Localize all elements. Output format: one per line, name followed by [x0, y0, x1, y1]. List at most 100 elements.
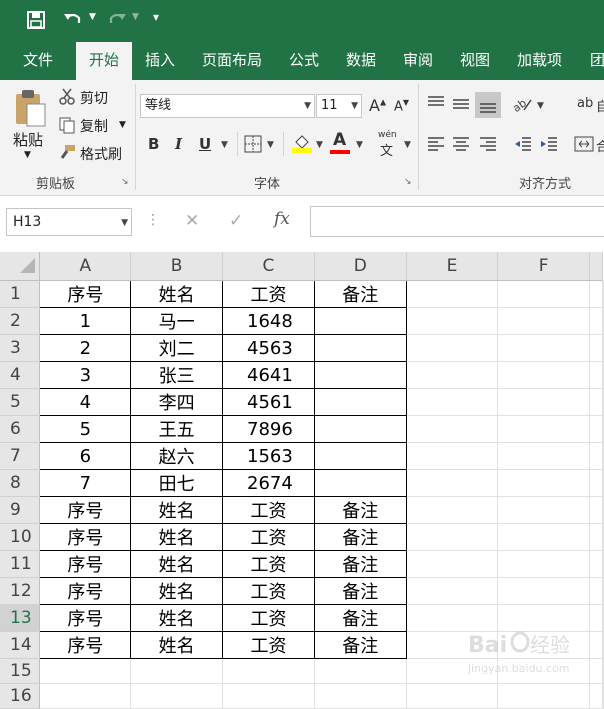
- cell-f12[interactable]: [497, 577, 590, 605]
- column-header-g[interactable]: [589, 252, 603, 281]
- cell-g9[interactable]: [589, 496, 603, 524]
- cell-g12[interactable]: [589, 577, 603, 605]
- cell-f10[interactable]: [497, 523, 590, 551]
- redo-icon[interactable]: [106, 9, 128, 35]
- cell-a9[interactable]: 序号: [39, 496, 132, 524]
- cell-overflow[interactable]: [602, 307, 604, 335]
- cell-a3[interactable]: 2: [39, 334, 132, 362]
- borders-dropdown-icon[interactable]: ▼: [267, 140, 274, 150]
- cell-overflow[interactable]: [602, 683, 604, 709]
- row-header-4[interactable]: 4: [0, 361, 41, 389]
- cell-d7[interactable]: [313, 442, 407, 470]
- italic-button[interactable]: I: [175, 135, 182, 153]
- cell-overflow[interactable]: [602, 550, 604, 578]
- increase-indent-icon[interactable]: [539, 134, 559, 154]
- cell-e4[interactable]: [406, 361, 499, 389]
- cell-c16[interactable]: [222, 683, 315, 709]
- align-left-icon[interactable]: [426, 134, 446, 154]
- cell-c1[interactable]: 工资: [222, 280, 315, 308]
- decrease-indent-icon[interactable]: [513, 134, 533, 154]
- wrap-text-button[interactable]: ab: [577, 96, 593, 111]
- cell-overflow[interactable]: [602, 523, 604, 551]
- row-header-6[interactable]: 6: [0, 415, 41, 443]
- align-bottom-icon[interactable]: [475, 92, 501, 118]
- paste-button[interactable]: 粘贴: [13, 129, 43, 150]
- underline-dropdown-icon[interactable]: ▼: [221, 140, 228, 150]
- cell-a14[interactable]: 序号: [39, 631, 132, 659]
- cell-d5[interactable]: [313, 388, 407, 416]
- cell-b11[interactable]: 姓名: [130, 550, 224, 578]
- cell-c5[interactable]: 4561: [222, 388, 315, 416]
- row-header-14[interactable]: 14: [0, 631, 41, 659]
- cell-a4[interactable]: 3: [39, 361, 132, 389]
- column-header-a[interactable]: A: [39, 252, 132, 281]
- cell-f8[interactable]: [497, 469, 590, 497]
- merge-center-icon[interactable]: [574, 134, 594, 154]
- cell-overflow[interactable]: [602, 469, 604, 497]
- font-name-combo[interactable]: 等线 ▼: [140, 94, 315, 118]
- cell-g2[interactable]: [589, 307, 603, 335]
- cell-e11[interactable]: [406, 550, 499, 578]
- cell-c13[interactable]: 工资: [222, 604, 315, 632]
- cell-f16[interactable]: [497, 683, 590, 709]
- cell-c12[interactable]: 工资: [222, 577, 315, 605]
- cell-a1[interactable]: 序号: [39, 280, 132, 308]
- customize-qat-icon[interactable]: ▾: [153, 10, 159, 24]
- copy-button[interactable]: 复制: [80, 116, 108, 136]
- cell-c7[interactable]: 1563: [222, 442, 315, 470]
- tab-team[interactable]: 团: [590, 42, 604, 80]
- copy-dropdown-icon[interactable]: ▼: [119, 120, 126, 130]
- row-header-10[interactable]: 10: [0, 523, 41, 551]
- align-center-icon[interactable]: [451, 134, 471, 154]
- cell-d14[interactable]: 备注: [313, 631, 407, 659]
- cell-b9[interactable]: 姓名: [130, 496, 224, 524]
- orientation-dropdown-icon[interactable]: ▼: [537, 101, 544, 111]
- font-launcher-icon[interactable]: ↘: [404, 177, 412, 187]
- cell-a10[interactable]: 序号: [39, 523, 132, 551]
- cell-e2[interactable]: [406, 307, 499, 335]
- tab-formulas[interactable]: 公式: [289, 42, 319, 80]
- undo-dropdown-icon[interactable]: ▼: [89, 12, 96, 22]
- cell-overflow[interactable]: [602, 631, 604, 659]
- cell-g3[interactable]: [589, 334, 603, 362]
- cell-a5[interactable]: 4: [39, 388, 132, 416]
- cell-b2[interactable]: 马一: [130, 307, 224, 335]
- cell-b15[interactable]: [130, 658, 224, 684]
- cell-b10[interactable]: 姓名: [130, 523, 224, 551]
- cell-e8[interactable]: [406, 469, 499, 497]
- cell-b1[interactable]: 姓名: [130, 280, 224, 308]
- cell-e1[interactable]: [406, 280, 499, 308]
- cell-g7[interactable]: [589, 442, 603, 470]
- tab-view[interactable]: 视图: [460, 42, 490, 80]
- row-header-9[interactable]: 9: [0, 496, 41, 524]
- copy-icon[interactable]: [58, 116, 76, 134]
- cell-g5[interactable]: [589, 388, 603, 416]
- cell-c8[interactable]: 2674: [222, 469, 315, 497]
- row-header-5[interactable]: 5: [0, 388, 41, 416]
- tab-home[interactable]: 开始: [76, 42, 132, 80]
- redo-dropdown-icon[interactable]: ▼: [132, 12, 139, 22]
- enter-icon[interactable]: ✓: [229, 211, 243, 231]
- align-top-icon[interactable]: [426, 94, 446, 114]
- cell-a12[interactable]: 序号: [39, 577, 132, 605]
- borders-icon[interactable]: [244, 135, 262, 153]
- cell-overflow[interactable]: [602, 604, 604, 632]
- cell-a6[interactable]: 5: [39, 415, 132, 443]
- cell-d10[interactable]: 备注: [313, 523, 407, 551]
- column-header-c[interactable]: C: [222, 252, 315, 281]
- row-header-16[interactable]: 16: [0, 683, 41, 709]
- cell-e5[interactable]: [406, 388, 499, 416]
- cell-c10[interactable]: 工资: [222, 523, 315, 551]
- row-header-15[interactable]: 15: [0, 658, 41, 684]
- row-header-8[interactable]: 8: [0, 469, 41, 497]
- row-header-3[interactable]: 3: [0, 334, 41, 362]
- cell-d2[interactable]: [313, 307, 407, 335]
- cell-e7[interactable]: [406, 442, 499, 470]
- cell-d15[interactable]: [314, 658, 407, 684]
- cut-icon[interactable]: [58, 88, 76, 106]
- cell-c9[interactable]: 工资: [222, 496, 315, 524]
- phonetic-dropdown-icon[interactable]: ▼: [404, 140, 411, 150]
- row-header-2[interactable]: 2: [0, 307, 41, 335]
- tab-addins[interactable]: 加载项: [517, 42, 562, 80]
- cell-a16[interactable]: [39, 683, 132, 709]
